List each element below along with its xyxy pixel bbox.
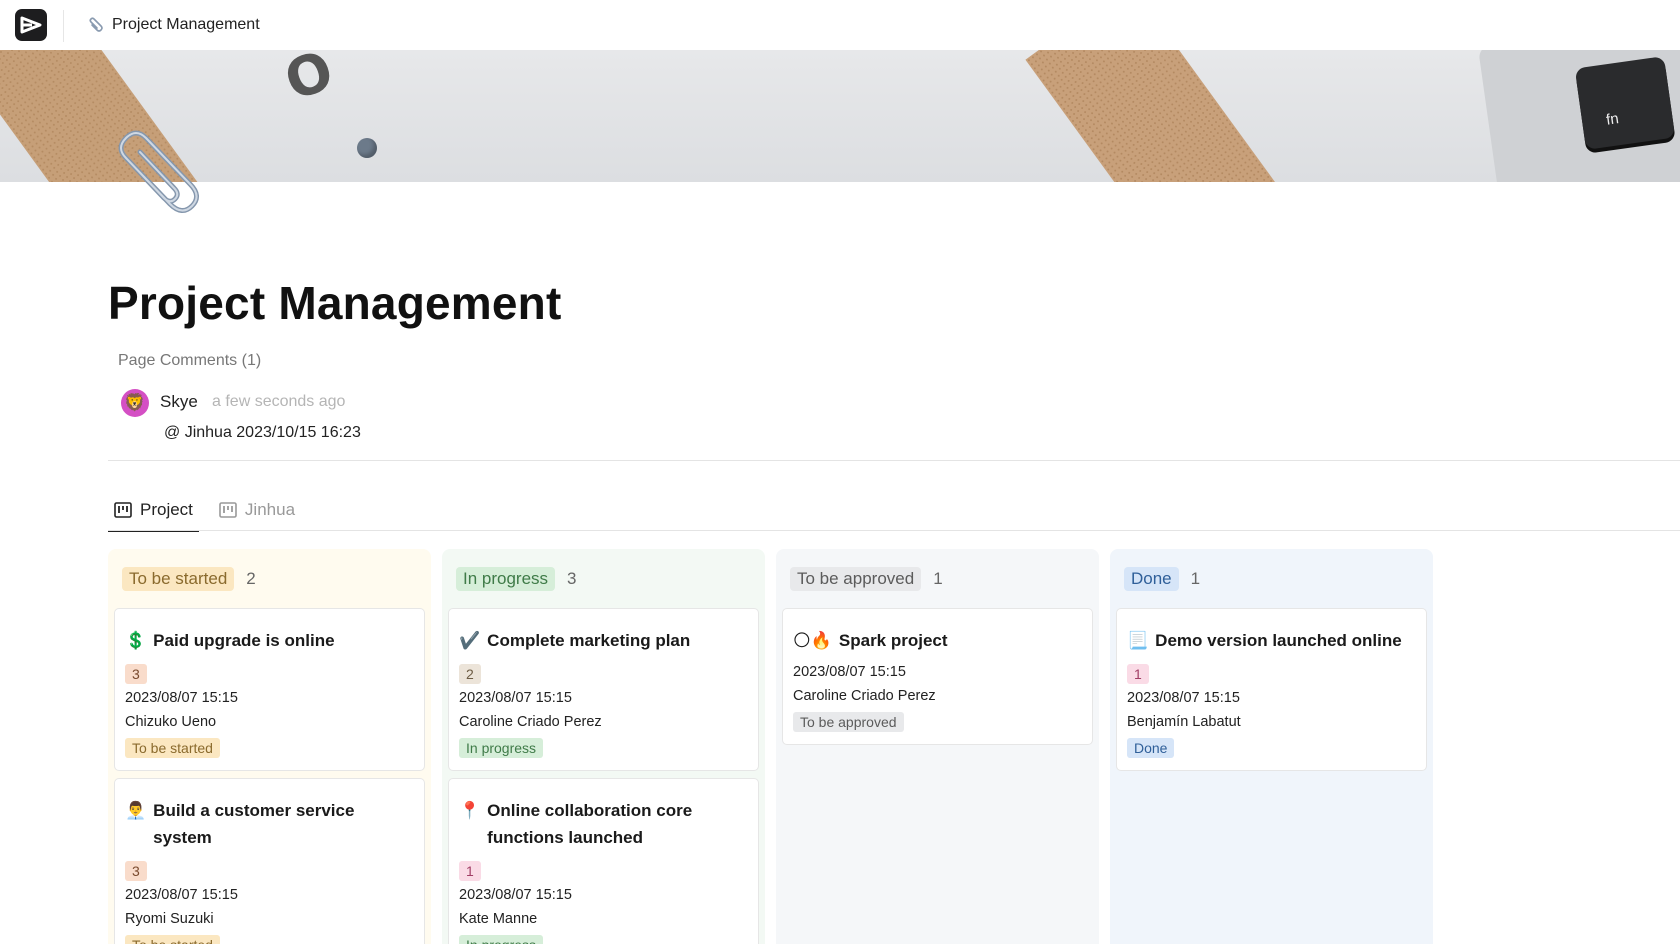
card-title-text: Build a customer service system (153, 801, 355, 847)
card-title-text: Paid upgrade is online (153, 631, 335, 650)
task-card[interactable]: 💲 Paid upgrade is online 3 2023/08/07 15… (114, 608, 425, 771)
task-card[interactable]: 👨‍💼 Build a customer service system 3 20… (114, 778, 425, 944)
tab-label: Jinhua (244, 500, 296, 519)
card-title-text: Demo version launched online (1155, 631, 1402, 650)
breadcrumb-title: Project Management (112, 16, 260, 33)
column-header[interactable]: In progress 3 (448, 549, 759, 608)
task-card[interactable]: 🌕🔥 Spark project 2023/08/07 15:15 Caroli… (782, 608, 1093, 745)
status-badge: In progress (459, 935, 544, 944)
column-count: 2 (246, 568, 256, 588)
comment-author[interactable]: Skye (160, 392, 198, 412)
cork-strip (1025, 50, 1325, 182)
column-in-progress: In progress 3 ✔️ Complete marketing plan… (442, 549, 765, 944)
card-date: 2023/08/07 15:15 (793, 664, 906, 680)
card-title: 🌕🔥 Spark project (793, 627, 1082, 654)
task-card[interactable]: 📃 Demo version launched online 1 2023/08… (1116, 608, 1427, 771)
task-card[interactable]: 📍 Online collaboration core functions la… (448, 778, 759, 944)
card-title-text: Online collaboration core functions laun… (487, 801, 693, 847)
kanban-icon (219, 502, 237, 518)
businessman-icon: 👨‍💼 (125, 801, 147, 820)
priority-badge: 2 (459, 664, 481, 684)
column-to-be-started: To be started 2 💲 Paid upgrade is online… (108, 549, 431, 944)
tab-project[interactable]: Project (108, 498, 199, 532)
card-date: 2023/08/07 15:15 (459, 690, 572, 706)
divider (108, 530, 1680, 531)
comment-text: @ Jinhua 2023/10/15 16:23 (164, 424, 361, 441)
avatar[interactable]: 🦁 (121, 389, 149, 417)
card-person: Caroline Criado Perez (459, 714, 602, 730)
column-status-tag: To be approved (790, 566, 922, 591)
card-date: 2023/08/07 15:15 (125, 690, 238, 706)
card-person: Caroline Criado Perez (793, 688, 936, 704)
fn-key-label: fn (1605, 110, 1620, 129)
priority-badge: 3 (125, 861, 147, 881)
checkmark-icon: ✔️ (459, 631, 481, 650)
dollar-icon: 💲 (125, 631, 147, 650)
card-title: 👨‍💼 Build a customer service system (125, 797, 414, 851)
column-count: 1 (1190, 568, 1201, 588)
cover-letter-shape: O (276, 50, 342, 113)
column-count: 1 (933, 568, 943, 588)
paperclip-icon (89, 17, 103, 32)
pushpin-icon (357, 138, 377, 158)
status-badge: To be started (125, 935, 220, 944)
app-logo-icon[interactable] (15, 9, 47, 41)
page-icon: 📃 (1127, 631, 1149, 650)
page-title: Project Management (108, 277, 562, 329)
paperclip-icon[interactable] (108, 128, 200, 228)
fn-key: fn (1574, 56, 1676, 150)
status-badge: In progress (459, 738, 544, 758)
column-count: 3 (567, 568, 577, 588)
priority-badge: 3 (125, 664, 147, 684)
top-bar: Project Management (0, 0, 1680, 50)
column-header[interactable]: To be started 2 (114, 549, 425, 608)
kanban-icon (114, 502, 132, 518)
view-tabs: Project Jinhua (108, 498, 315, 532)
card-title: 📃 Demo version launched online (1127, 627, 1416, 654)
breadcrumb[interactable]: Project Management (86, 15, 260, 35)
avatar-emoji: 🦁 (124, 393, 146, 412)
card-date: 2023/08/07 15:15 (1127, 690, 1240, 706)
card-title-text: Spark project (838, 631, 948, 650)
column-to-be-approved: To be approved 1 🌕🔥 Spark project 2023/0… (776, 549, 1099, 944)
card-person: Kate Manne (459, 911, 538, 927)
column-header[interactable]: To be approved 1 (782, 549, 1093, 608)
card-title: ✔️ Complete marketing plan (459, 627, 748, 654)
moon-fire-icon: 🌕🔥 (793, 631, 832, 650)
card-person: Benjamín Labatut (1127, 714, 1241, 730)
page-comments-label[interactable]: Page Comments (1) (118, 352, 261, 370)
column-status-tag: In progress (456, 566, 556, 591)
column-status-tag: Done (1124, 566, 1179, 591)
card-title: 📍 Online collaboration core functions la… (459, 797, 748, 851)
topbar-divider (63, 10, 64, 42)
column-done: Done 1 📃 Demo version launched online 1 … (1110, 549, 1433, 944)
tab-jinhua[interactable]: Jinhua (213, 498, 301, 530)
card-person: Chizuko Ueno (125, 714, 217, 730)
status-badge: To be started (125, 738, 220, 758)
priority-badge: 1 (1127, 664, 1149, 684)
card-person: Ryomi Suzuki (125, 911, 214, 927)
task-card[interactable]: ✔️ Complete marketing plan 2 2023/08/07 … (448, 608, 759, 771)
card-date: 2023/08/07 15:15 (459, 887, 572, 903)
card-title: 💲 Paid upgrade is online (125, 627, 414, 654)
card-title-text: Complete marketing plan (487, 631, 691, 650)
cover-image[interactable]: O fn (0, 50, 1680, 182)
status-badge: To be approved (793, 712, 904, 732)
pin-icon: 📍 (459, 801, 481, 820)
column-header[interactable]: Done 1 (1116, 549, 1427, 608)
card-date: 2023/08/07 15:15 (125, 887, 238, 903)
kanban-board: To be started 2 💲 Paid upgrade is online… (108, 549, 1433, 944)
tab-label: Project (140, 500, 193, 519)
status-badge: Done (1127, 738, 1175, 758)
comment-time: a few seconds ago (212, 393, 346, 410)
priority-badge: 1 (459, 861, 481, 881)
divider (108, 460, 1680, 461)
column-status-tag: To be started (122, 566, 235, 591)
